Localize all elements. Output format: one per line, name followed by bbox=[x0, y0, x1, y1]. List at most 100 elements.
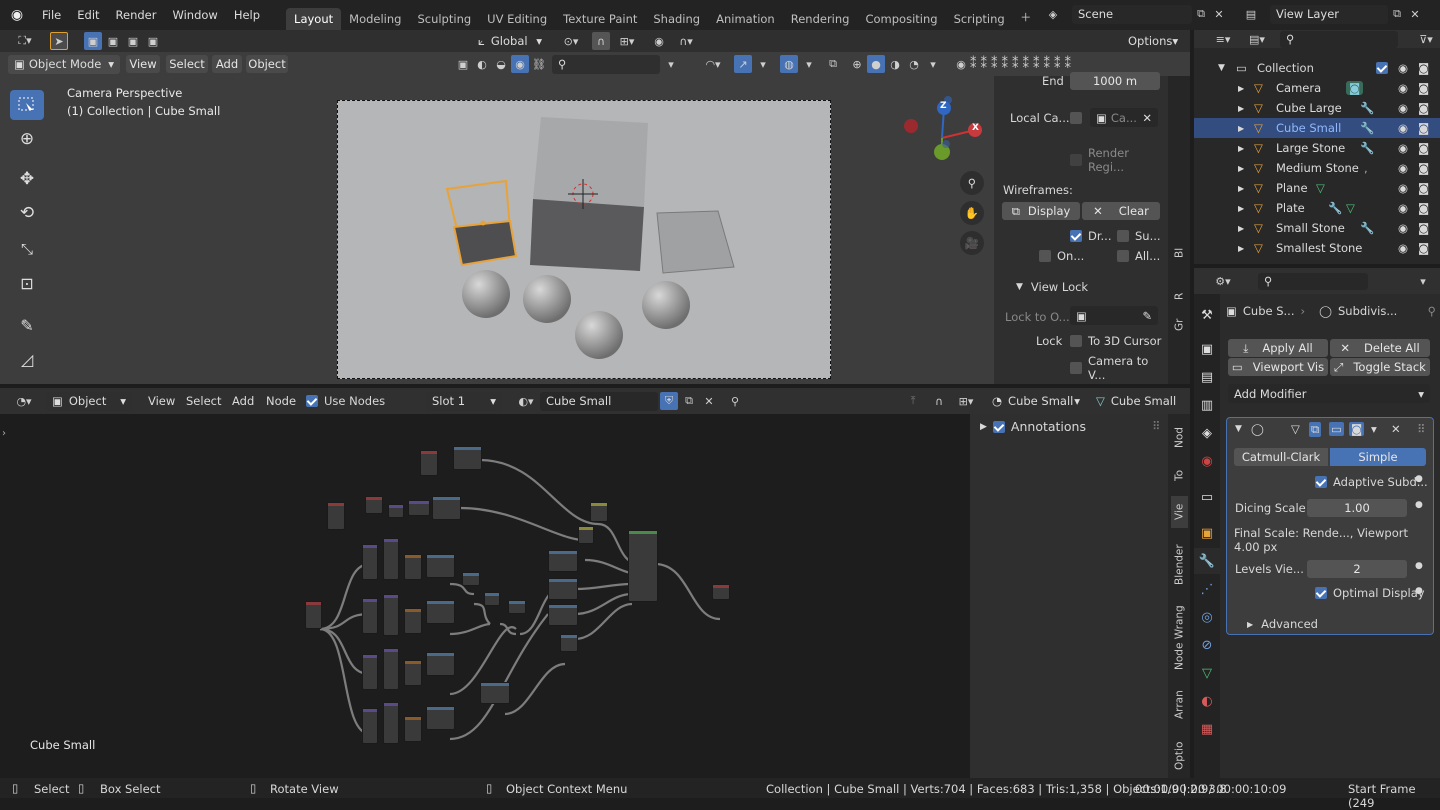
outliner-row[interactable]: ▶ ▽ Cube Large 🔧 ◉ ◙ bbox=[1194, 98, 1440, 118]
node[interactable] bbox=[362, 544, 378, 580]
wire-all-checkbox[interactable]: All... bbox=[1117, 249, 1160, 263]
pivot-point-icon[interactable]: ⊙▾ bbox=[556, 32, 586, 50]
tab-modeling[interactable]: Modeling bbox=[341, 8, 409, 30]
restrict-toggle-icon[interactable]: ⁑ bbox=[1012, 57, 1019, 72]
node[interactable] bbox=[548, 550, 578, 572]
node[interactable] bbox=[560, 634, 578, 652]
eye-icon[interactable]: ◉ bbox=[1398, 101, 1408, 115]
camera-render-icon[interactable]: ◙ bbox=[1418, 221, 1429, 235]
node[interactable] bbox=[383, 594, 399, 636]
navigation-gizmo[interactable]: Z X bbox=[896, 90, 992, 170]
node[interactable] bbox=[404, 554, 422, 580]
parent-node-tree-icon[interactable]: ⤒ bbox=[904, 392, 922, 410]
apply-all-button[interactable]: ⤓ Apply All bbox=[1228, 339, 1328, 357]
viewport-toggle-icon[interactable]: ▭ bbox=[1329, 422, 1344, 436]
tab-arrange[interactable]: Arran bbox=[1171, 684, 1188, 726]
menu-window[interactable]: Window bbox=[164, 4, 225, 26]
camera-render-icon[interactable]: ◙ bbox=[1418, 161, 1429, 175]
node[interactable] bbox=[305, 601, 322, 629]
node[interactable] bbox=[404, 608, 422, 634]
camera-render-icon[interactable]: ◙ bbox=[1418, 121, 1429, 135]
node[interactable] bbox=[462, 572, 480, 586]
node[interactable] bbox=[480, 682, 510, 704]
drag-handle-icon[interactable]: ⠿ bbox=[1417, 422, 1425, 436]
node[interactable] bbox=[404, 660, 422, 686]
tool-tab-icon[interactable]: ⚒ bbox=[1194, 302, 1220, 328]
falloff-icon[interactable]: ∩▾ bbox=[672, 32, 700, 50]
node[interactable] bbox=[404, 716, 422, 742]
render-tab-icon[interactable]: ▣ bbox=[1194, 336, 1220, 362]
tab-view[interactable]: Vie bbox=[1171, 496, 1188, 528]
camera-eye-icon[interactable]: ◉ bbox=[952, 55, 970, 73]
cursor-tool[interactable]: ⊕ bbox=[10, 124, 44, 154]
camera-data-icon[interactable]: ◙ bbox=[1346, 81, 1364, 95]
tab-options[interactable]: Optio bbox=[1171, 736, 1188, 776]
camera-render-icon[interactable]: ◙ bbox=[1418, 241, 1429, 255]
overlay-toggle-icon[interactable]: ◍ bbox=[780, 55, 798, 73]
node[interactable] bbox=[426, 652, 455, 676]
scene-name-field[interactable]: Scene bbox=[1072, 4, 1192, 24]
tab-uv-editing[interactable]: UV Editing bbox=[479, 8, 555, 30]
filter-material-icon[interactable]: ◐ bbox=[473, 55, 491, 73]
menu-render[interactable]: Render bbox=[108, 4, 165, 26]
node[interactable] bbox=[590, 502, 608, 522]
advanced-subpanel-header[interactable]: ▶ Advanced bbox=[1247, 617, 1318, 631]
tab-shading[interactable]: Shading bbox=[645, 8, 708, 30]
display-mode-icon[interactable]: ▤▾ bbox=[1242, 30, 1272, 48]
close-icon[interactable]: ✕ bbox=[1142, 111, 1152, 125]
node[interactable] bbox=[383, 702, 399, 744]
lock-to-object-field[interactable]: ▣ ✎ bbox=[1070, 306, 1158, 325]
chevron-right-icon[interactable]: ▶ bbox=[1238, 104, 1244, 113]
chevron-right-icon[interactable]: ▶ bbox=[1238, 184, 1244, 193]
node[interactable] bbox=[548, 578, 578, 600]
remove-scene-icon[interactable]: ✕ bbox=[1210, 5, 1228, 23]
eye-icon[interactable]: ◉ bbox=[1398, 241, 1408, 255]
move-tool[interactable]: ✥ bbox=[10, 164, 44, 194]
material-tab-icon[interactable]: ◐ bbox=[1194, 688, 1220, 714]
camera-render-icon[interactable]: ◙ bbox=[1418, 201, 1429, 215]
collection-tab-icon[interactable]: ▭ bbox=[1194, 484, 1220, 510]
snap-target-icon[interactable]: ⊞▾ bbox=[612, 32, 642, 50]
wire-on-checkbox[interactable]: On... bbox=[1039, 249, 1084, 263]
select-tool-icon[interactable]: ➤ bbox=[50, 32, 68, 50]
modifier-wrench-icon[interactable]: 🔧 bbox=[1360, 221, 1374, 235]
object-tab-icon[interactable]: ▣ bbox=[1194, 520, 1220, 546]
restrict-toggle-icon[interactable]: ⁑ bbox=[1044, 57, 1051, 72]
delete-all-button[interactable]: ✕ Delete All bbox=[1330, 339, 1430, 357]
wireframes-display-button[interactable]: ⧉ Display bbox=[1002, 202, 1080, 220]
outliner-row[interactable]: ▶ ▽ Plane ▽ ◉ ◙ bbox=[1194, 178, 1440, 198]
overlay-dropdown-icon[interactable]: ▾ bbox=[800, 55, 818, 73]
duplicate-material-icon[interactable]: ⧉ bbox=[680, 392, 698, 410]
view-layer-tab-icon[interactable]: ▥ bbox=[1194, 392, 1220, 418]
keyframe-dot-icon[interactable]: ● bbox=[1415, 561, 1423, 571]
chevron-down-icon[interactable]: ▾ bbox=[1414, 272, 1432, 290]
particles-tab-icon[interactable]: ⋰ bbox=[1194, 576, 1220, 602]
node[interactable] bbox=[362, 708, 378, 744]
material-name-field[interactable]: Cube Small bbox=[540, 391, 658, 411]
render-toggle-icon[interactable]: ◙ bbox=[1349, 422, 1365, 436]
tab-render[interactable]: R bbox=[1171, 286, 1188, 306]
node[interactable] bbox=[426, 554, 455, 578]
eyedropper-icon[interactable]: ✎ bbox=[1142, 309, 1152, 323]
chevron-right-icon[interactable]: ▶ bbox=[1238, 204, 1244, 213]
eye-icon[interactable]: ◉ bbox=[1398, 121, 1408, 135]
pin-icon[interactable]: ⚲ bbox=[1428, 304, 1436, 318]
simple-button[interactable]: Simple bbox=[1330, 448, 1426, 466]
gizmo-dropdown-icon[interactable]: ▾ bbox=[754, 55, 772, 73]
blender-logo-icon[interactable]: ◉ bbox=[0, 0, 34, 30]
local-camera-field[interactable]: ▣ Ca... ✕ bbox=[1090, 108, 1158, 127]
select-box-tool[interactable] bbox=[10, 90, 44, 120]
node[interactable] bbox=[388, 504, 404, 518]
material-shading-icon[interactable]: ◑ bbox=[886, 55, 904, 73]
restrict-toggle-icon[interactable]: ⁑ bbox=[1023, 57, 1030, 72]
restrict-toggle-icon[interactable]: ⁑ bbox=[970, 57, 977, 72]
gizmo-toggle-icon[interactable]: ↗ bbox=[734, 55, 752, 73]
pin-icon[interactable]: ⚲ bbox=[726, 392, 744, 410]
editor-type-icon[interactable]: ◔▾ bbox=[8, 392, 40, 410]
node[interactable] bbox=[712, 584, 730, 600]
menu-file[interactable]: File bbox=[34, 4, 69, 26]
node[interactable] bbox=[408, 500, 430, 516]
measure-tool[interactable]: ◿ bbox=[10, 344, 44, 374]
eye-icon[interactable]: ◉ bbox=[1398, 161, 1408, 175]
restrict-toggle-icon[interactable]: ⁑ bbox=[1065, 57, 1072, 72]
